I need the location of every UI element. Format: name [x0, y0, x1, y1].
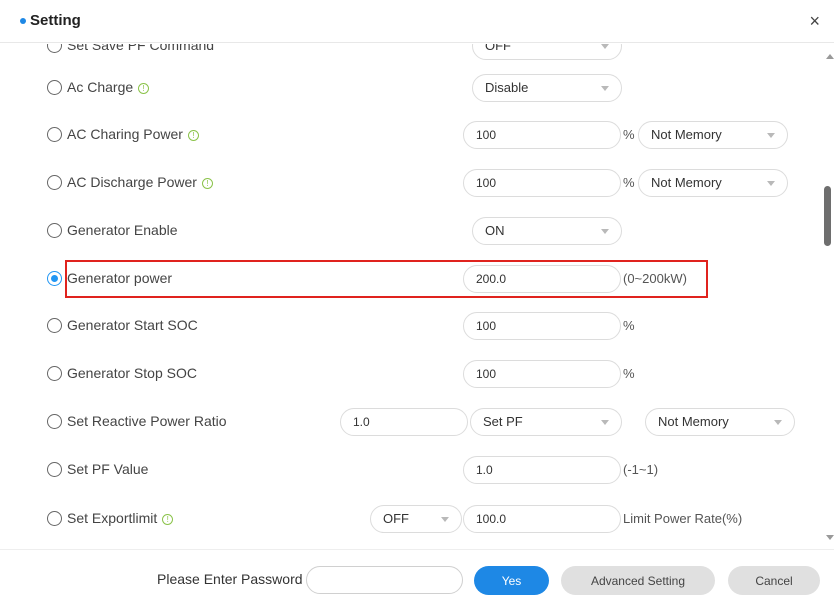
- setting-row-generator-stop-soc: Generator Stop SOC 100 %: [0, 350, 820, 397]
- memory-select[interactable]: Not Memory: [638, 121, 788, 149]
- select-value: Set PF: [483, 414, 523, 429]
- setting-row-exportlimit: Set Exportlimit! OFF 100.0 Limit Power R…: [0, 495, 820, 542]
- setting-label: Generator power: [67, 270, 173, 286]
- label-text: Ac Charge: [67, 79, 134, 95]
- scrollbar[interactable]: [822, 44, 834, 549]
- info-icon[interactable]: !: [162, 514, 174, 525]
- select-value: Not Memory: [651, 175, 722, 190]
- range-label: (-1~1): [623, 462, 659, 477]
- dialog-title: Setting: [30, 12, 81, 29]
- dialog-footer: Please Enter Password Yes Advanced Setti…: [0, 549, 834, 605]
- select-value: Not Memory: [651, 127, 722, 142]
- unit-label: Limit Power Rate(%): [623, 511, 743, 526]
- set-save-pf-select[interactable]: OFF: [472, 44, 622, 60]
- unit-label: %: [623, 318, 635, 333]
- title-dot-icon: [20, 18, 26, 24]
- setting-label: Set Save PF Command: [67, 44, 215, 53]
- setting-row-pf-value: Set PF Value 1.0 (-1~1): [0, 446, 820, 493]
- select-value: OFF: [485, 44, 511, 53]
- scroll-up-arrow-icon[interactable]: [826, 54, 834, 59]
- scrollbar-thumb[interactable]: [824, 186, 831, 246]
- range-label: (0~200kW): [623, 271, 687, 286]
- settings-list[interactable]: Set Save PF Command OFF Ac Charge! Disab…: [0, 44, 834, 549]
- unit-label: %: [623, 127, 635, 142]
- radio-generator-stop-soc[interactable]: [47, 366, 62, 381]
- radio-exportlimit[interactable]: [47, 511, 62, 526]
- radio-ac-charging-power[interactable]: [47, 127, 62, 142]
- advanced-setting-button[interactable]: Advanced Setting: [561, 566, 715, 595]
- password-label: Please Enter Password: [157, 571, 303, 587]
- cancel-button[interactable]: Cancel: [728, 566, 820, 595]
- password-input[interactable]: [306, 566, 463, 594]
- setting-label: Generator Start SOC: [67, 317, 198, 333]
- exportlimit-input[interactable]: 100.0: [463, 505, 621, 533]
- chevron-down-icon: [601, 229, 609, 234]
- info-icon[interactable]: !: [187, 130, 199, 141]
- chevron-down-icon: [441, 517, 449, 522]
- setting-label: AC Discharge Power!: [67, 174, 213, 190]
- pf-value-input[interactable]: 1.0: [463, 456, 621, 484]
- setting-row-generator-enable: Generator Enable ON: [0, 207, 820, 254]
- scroll-down-arrow-icon[interactable]: [826, 535, 834, 540]
- pf-mode-select[interactable]: Set PF: [470, 408, 622, 436]
- unit-label: %: [623, 175, 635, 190]
- generator-start-soc-input[interactable]: 100: [463, 312, 621, 340]
- radio-generator-start-soc[interactable]: [47, 318, 62, 333]
- setting-row-ac-discharge-power: AC Discharge Power! 100 % Not Memory: [0, 159, 820, 206]
- unit-label: %: [623, 366, 635, 381]
- setting-label: Set Exportlimit!: [67, 510, 174, 526]
- chevron-down-icon: [767, 181, 775, 186]
- ac-charge-select[interactable]: Disable: [472, 74, 622, 102]
- radio-pf-value[interactable]: [47, 462, 62, 477]
- dialog-header: Setting ×: [0, 0, 834, 43]
- setting-row-reactive-power-ratio: Set Reactive Power Ratio 1.0 Set PF Not …: [0, 398, 820, 445]
- setting-label: AC Charing Power!: [67, 126, 199, 142]
- close-icon[interactable]: ×: [809, 11, 820, 31]
- chevron-down-icon: [601, 44, 609, 49]
- chevron-down-icon: [601, 86, 609, 91]
- setting-row-generator-start-soc: Generator Start SOC 100 %: [0, 302, 820, 349]
- setting-label: Generator Stop SOC: [67, 365, 197, 381]
- setting-row-ac-charge: Ac Charge! Disable: [0, 64, 820, 111]
- radio-generator-power[interactable]: [47, 271, 62, 286]
- generator-stop-soc-input[interactable]: 100: [463, 360, 621, 388]
- chevron-down-icon: [767, 133, 775, 138]
- radio-ac-charge[interactable]: [47, 80, 62, 95]
- label-text: AC Charing Power: [67, 126, 183, 142]
- setting-row-ac-charging-power: AC Charing Power! 100 % Not Memory: [0, 111, 820, 158]
- select-value: Not Memory: [658, 414, 729, 429]
- reactive-power-ratio-input[interactable]: 1.0: [340, 408, 468, 436]
- setting-row-generator-power: Generator power 200.0 (0~200kW): [0, 255, 820, 302]
- setting-label: Set PF Value: [67, 461, 149, 477]
- info-icon[interactable]: !: [138, 83, 150, 94]
- radio-reactive-power-ratio[interactable]: [47, 414, 62, 429]
- ac-charging-power-input[interactable]: 100: [463, 121, 621, 149]
- setting-label: Ac Charge!: [67, 79, 150, 95]
- generator-power-input[interactable]: 200.0: [463, 265, 621, 293]
- exportlimit-switch-select[interactable]: OFF: [370, 505, 462, 533]
- info-icon[interactable]: !: [201, 178, 213, 189]
- radio-ac-discharge-power[interactable]: [47, 175, 62, 190]
- generator-enable-select[interactable]: ON: [472, 217, 622, 245]
- label-text: AC Discharge Power: [67, 174, 197, 190]
- ac-discharge-power-input[interactable]: 100: [463, 169, 621, 197]
- chevron-down-icon: [774, 420, 782, 425]
- memory-select[interactable]: Not Memory: [645, 408, 795, 436]
- radio-generator-enable[interactable]: [47, 223, 62, 238]
- select-value: Disable: [485, 80, 529, 95]
- label-text: Set Exportlimit: [67, 510, 158, 526]
- chevron-down-icon: [601, 420, 609, 425]
- setting-label: Set Reactive Power Ratio: [67, 413, 227, 429]
- yes-button[interactable]: Yes: [474, 566, 549, 595]
- radio-set-save-pf[interactable]: [47, 44, 62, 53]
- memory-select[interactable]: Not Memory: [638, 169, 788, 197]
- select-value: OFF: [383, 511, 409, 526]
- select-value: ON: [485, 223, 505, 238]
- setting-label: Generator Enable: [67, 222, 178, 238]
